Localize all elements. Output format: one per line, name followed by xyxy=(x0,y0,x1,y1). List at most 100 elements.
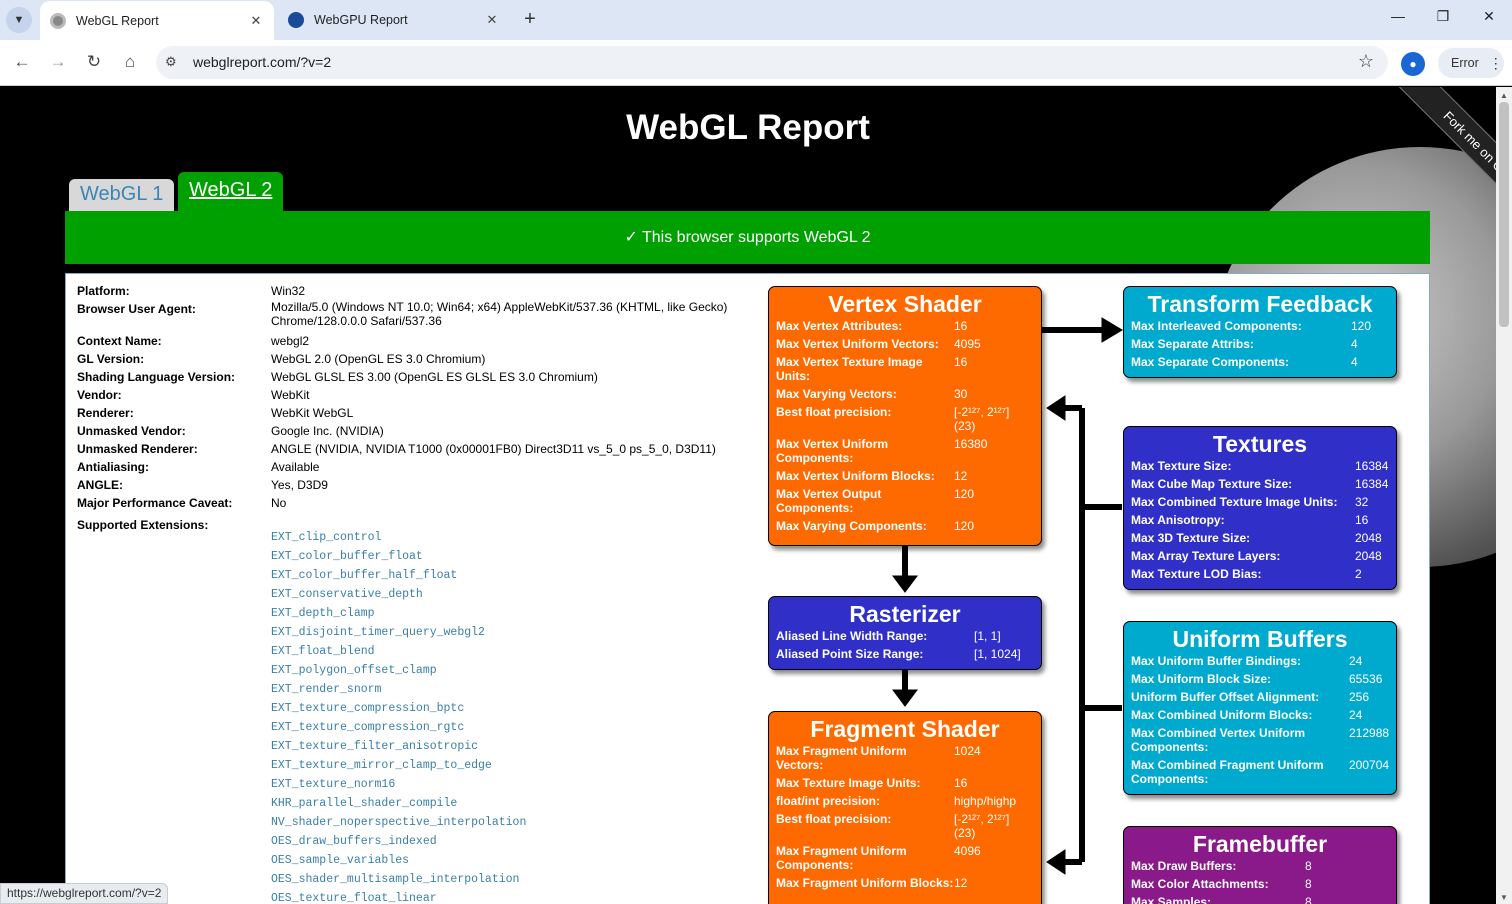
box-value: 30 xyxy=(954,387,968,401)
box-key: Max Combined Texture Image Units: xyxy=(1131,495,1338,509)
new-tab-button[interactable]: + xyxy=(518,8,542,32)
bookmark-star-icon[interactable]: ☆ xyxy=(1358,51,1374,72)
box-row: Max Vertex Uniform Blocks: 12 xyxy=(776,469,1034,483)
box-key: Best float precision: xyxy=(776,812,892,826)
box-value: [1, 1024] xyxy=(974,647,1021,661)
box-row: Max Fragment Uniform Vectors: 1024 xyxy=(776,744,1034,772)
box-row: Max Vertex Uniform Components: 16380 xyxy=(776,437,1034,465)
box-value: 256 xyxy=(1349,690,1370,704)
close-tab-icon[interactable]: ✕ xyxy=(246,13,266,29)
box-key: Max Texture LOD Bias: xyxy=(1131,567,1262,581)
box-row: Max Combined Fragment Uniform Components… xyxy=(1131,758,1389,786)
scroll-down-icon[interactable]: ▼ xyxy=(1500,893,1508,902)
box-row: Best float precision: [-2¹²⁷, 2¹²⁷] (23) xyxy=(776,405,1034,433)
box-value: 24 xyxy=(1349,708,1363,722)
vertical-scrollbar[interactable]: ▲ ▼ xyxy=(1496,87,1512,904)
box-value: 200704 xyxy=(1349,758,1390,772)
home-button[interactable]: ⌂ xyxy=(118,52,142,72)
box-row: Max Samples: 8 xyxy=(1131,895,1389,904)
box-value: 120 xyxy=(1351,319,1372,333)
box-key: Max Vertex Uniform Vectors: xyxy=(776,337,939,351)
box-value: 4 xyxy=(1351,355,1358,369)
box-row: Max 3D Texture Size: 2048 xyxy=(1131,531,1389,545)
box-value: [-2¹²⁷, 2¹²⁷] (23) xyxy=(954,812,1010,840)
error-menu-button[interactable]: Error ⋮ xyxy=(1438,48,1504,78)
box-key: Max Anisotropy: xyxy=(1131,513,1225,527)
box-row: Uniform Buffer Offset Alignment: 256 xyxy=(1131,690,1389,704)
box-row: Max Separate Components: 4 xyxy=(1131,355,1389,369)
close-window-button[interactable]: ✕ xyxy=(1474,8,1504,25)
box-key: Max Cube Map Texture Size: xyxy=(1131,477,1293,491)
box-key: Max Separate Components: xyxy=(1131,355,1290,369)
tab-search-button[interactable]: ▼ xyxy=(6,7,32,33)
box-value: 16 xyxy=(954,776,968,790)
box-key: Max Vertex Uniform Components: xyxy=(776,437,889,465)
tab-webgpu-report[interactable]: WebGPU Report ✕ xyxy=(278,0,510,40)
box-key: Aliased Line Width Range: xyxy=(776,629,928,643)
box-row: Max Vertex Output Components: 120 xyxy=(776,487,1034,515)
box-key: Max Uniform Buffer Bindings: xyxy=(1131,654,1301,668)
box-row: Max Anisotropy: 16 xyxy=(1131,513,1389,527)
box-key: Max Vertex Attributes: xyxy=(776,319,903,333)
box-key: Max Uniform Block Size: xyxy=(1131,672,1272,686)
box-row: Max Interleaved Components: 120 xyxy=(1131,319,1389,333)
uniform-buffers-box: Uniform Buffers Max Uniform Buffer Bindin… xyxy=(1123,621,1397,795)
box-key: Aliased Point Size Range: xyxy=(776,647,924,661)
box-key: Max Draw Buffers: xyxy=(1131,859,1237,873)
box-row: Max Separate Attribs: 4 xyxy=(1131,337,1389,351)
tab-strip: ▼ WebGL Report ✕ WebGPU Report ✕ + — ❐ ✕ xyxy=(0,0,1512,40)
box-key: Max Varying Components: xyxy=(776,519,927,533)
scrollbar-thumb[interactable] xyxy=(1499,102,1509,327)
minimize-button[interactable]: — xyxy=(1383,8,1413,24)
tab-webgl2[interactable]: WebGL 2 xyxy=(178,172,284,211)
tab-webgl1[interactable]: WebGL 1 xyxy=(69,179,175,211)
profile-avatar-icon[interactable]: ● xyxy=(1401,52,1425,76)
box-row: Max Texture Size: 16384 xyxy=(1131,459,1389,473)
box-value: 2048 xyxy=(1355,549,1382,563)
box-title: Rasterizer xyxy=(849,601,961,627)
box-row: float/int precision: highp/highp xyxy=(776,794,1034,808)
box-key: Max Interleaved Components: xyxy=(1131,319,1302,333)
browser-toolbar: ← → ↻ ⌂ ⚙ webglreport.com/?v=2 ☆ ● Error… xyxy=(0,40,1512,86)
box-key: Max Texture Size: xyxy=(1131,459,1232,473)
box-value: 120 xyxy=(954,487,975,501)
box-key: Max Samples: xyxy=(1131,895,1212,904)
box-row: Max Fragment Uniform Blocks: 12 xyxy=(776,876,1034,890)
box-value: 16 xyxy=(954,319,968,333)
box-key: Max Vertex Output Components: xyxy=(776,487,882,515)
close-tab-icon[interactable]: ✕ xyxy=(482,12,502,28)
address-bar[interactable]: ⚙ webglreport.com/?v=2 ☆ xyxy=(156,46,1388,79)
box-value: 2048 xyxy=(1355,531,1382,545)
box-row: Max Texture Image Units: 16 xyxy=(776,776,1034,790)
maximize-button[interactable]: ❐ xyxy=(1428,8,1458,25)
box-key: Max Combined Uniform Blocks: xyxy=(1131,708,1313,722)
box-row: Max Color Attachments: 8 xyxy=(1131,877,1389,891)
box-key: Uniform Buffer Offset Alignment: xyxy=(1131,690,1320,704)
box-value: 12 xyxy=(954,469,968,483)
box-value: [-2¹²⁷, 2¹²⁷] (23) xyxy=(954,405,1010,433)
box-value: [1, 1] xyxy=(974,629,1001,643)
report-panel: Platform: Win32 Browser User Agent: Mozilla… xyxy=(65,273,1430,904)
rasterizer-box: Rasterizer Aliased Line Width Range: [1, 1… xyxy=(768,596,1042,670)
reload-button[interactable]: ↻ xyxy=(82,52,106,72)
box-key: Max Combined Vertex Uniform Components: xyxy=(1131,726,1306,754)
box-value: 8 xyxy=(1305,895,1312,904)
more-vert-icon: ⋮ xyxy=(1488,54,1503,71)
support-banner: ✓ This browser supports WebGL 2 xyxy=(65,211,1430,264)
scroll-up-icon[interactable]: ▲ xyxy=(1500,91,1508,100)
box-key: Max Fragment Uniform Components: xyxy=(776,844,907,872)
box-key: float/int precision: xyxy=(776,794,881,808)
box-title: Framebuffer xyxy=(1192,831,1328,857)
forward-button[interactable]: → xyxy=(46,52,70,72)
box-row: Max Vertex Attributes: 16 xyxy=(776,319,1034,333)
vertex-shader-box: Vertex Shader Max Vertex Attributes: 16 Max… xyxy=(768,286,1042,546)
chevron-down-icon: ▼ xyxy=(13,14,25,26)
tab-webgl-report[interactable]: WebGL Report ✕ xyxy=(40,1,274,40)
box-row: Aliased Point Size Range: [1, 1024] xyxy=(776,647,1034,661)
page-content: Fork me on GitHub WebGL Report WebGL 1 W… xyxy=(0,87,1496,904)
box-row: Max Combined Uniform Blocks: 24 xyxy=(1131,708,1389,722)
site-info-icon[interactable]: ⚙ xyxy=(165,54,177,70)
box-row: Max Vertex Texture Image Units: 16 xyxy=(776,355,1034,383)
box-value: 16380 xyxy=(954,437,988,451)
back-button[interactable]: ← xyxy=(10,52,34,72)
